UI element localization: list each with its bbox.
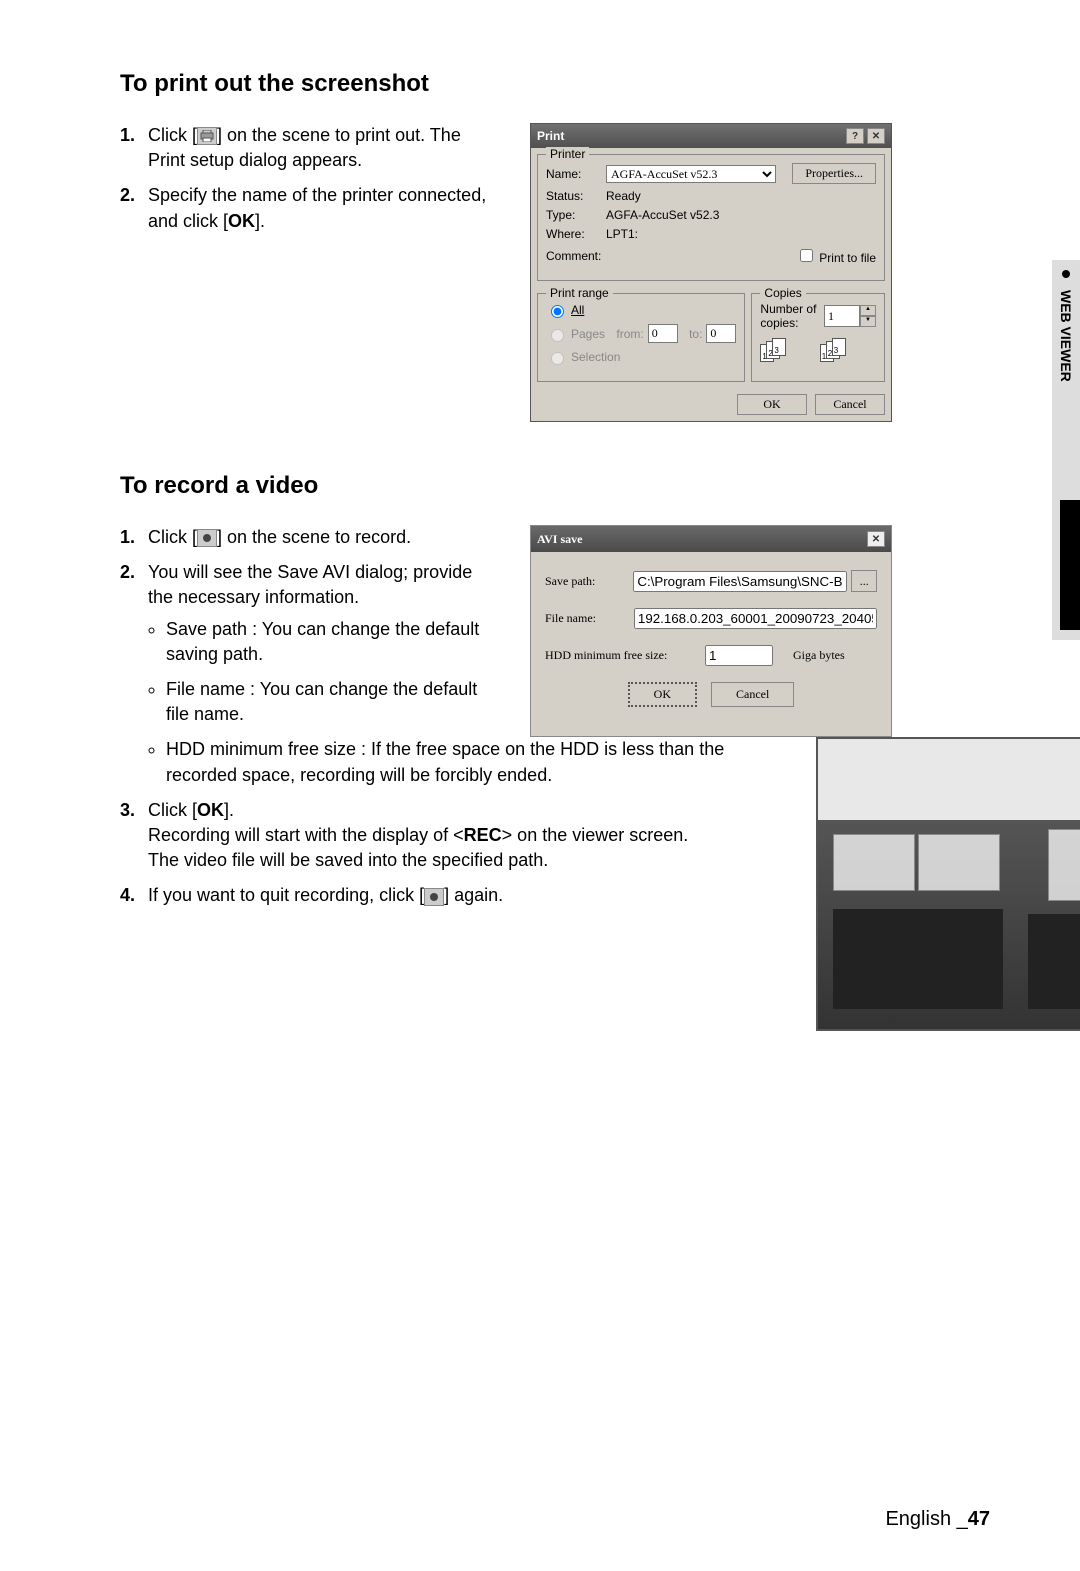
text: ] on the scene to record. (217, 527, 411, 547)
section1-steps: Click [] on the scene to print out. The … (120, 123, 500, 234)
video-still: REC (816, 737, 1080, 1031)
status-value: Ready (606, 189, 641, 203)
section2-heading: To record a video (120, 472, 990, 500)
print-ok-button[interactable]: OK (737, 394, 807, 415)
copies-label: Number of copies: (760, 302, 824, 330)
s2-step4: If you want to quit recording, click [ ] … (144, 883, 786, 908)
savepath-label: Save path: (545, 574, 633, 589)
bullet-filename: File name : You can change the default f… (166, 677, 500, 727)
range-selection-radio[interactable] (551, 352, 564, 365)
browse-button[interactable]: ... (851, 570, 877, 592)
to-label: to: (689, 327, 702, 341)
text: You will see the Save AVI dialog; provid… (148, 562, 472, 607)
copies-spinner[interactable]: ▲▼ (824, 305, 876, 327)
status-label: Status: (546, 189, 606, 203)
side-black-bar (1060, 500, 1080, 630)
avi-save-dialog: AVI save ✕ Save path: ... File name: HDD… (530, 525, 892, 737)
s1-step2: Specify the name of the printer connecte… (144, 183, 500, 233)
close-icon[interactable]: ✕ (867, 531, 885, 547)
avi-cancel-button[interactable]: Cancel (711, 682, 794, 707)
text: The video file will be saved into the sp… (148, 850, 548, 870)
text: Specify the name of the printer connecte… (148, 185, 486, 230)
record-icon (197, 529, 217, 547)
footer-lang: English _ (885, 1508, 967, 1530)
printer-icon (197, 127, 217, 145)
spin-down-icon[interactable]: ▼ (860, 316, 876, 327)
pages-label: Pages (571, 327, 605, 341)
side-tab-label: WEB VIEWER (1058, 290, 1074, 382)
print-dialog-title: Print ? ✕ (531, 124, 891, 148)
type-label: Type: (546, 208, 606, 222)
text: If you want to quit recording, click [ (148, 885, 424, 905)
filename-input[interactable] (634, 608, 877, 629)
title-text: AVI save (537, 532, 582, 547)
to-input[interactable] (706, 324, 736, 343)
text: ]. (255, 211, 265, 231)
close-icon[interactable]: ✕ (867, 128, 885, 144)
avi-ok-button[interactable]: OK (628, 682, 697, 707)
bullet-icon (1062, 270, 1070, 278)
bullet-hdd: HDD minimum free size : If the free spac… (166, 737, 786, 787)
text: Click [ (148, 800, 197, 820)
text: Click [ (148, 125, 197, 145)
filename-label: File name: (545, 611, 634, 626)
from-label: from: (616, 327, 643, 341)
all-label: All (571, 303, 584, 317)
text: Click [ (148, 527, 197, 547)
group-label: Printer (546, 147, 589, 161)
title-text: Print (537, 129, 564, 143)
ptf-text: Print to file (819, 251, 876, 265)
range-all-radio[interactable] (551, 305, 564, 318)
section2-steps: Click [ ] on the scene to record. You wil… (120, 525, 500, 727)
print-to-file-check[interactable]: Print to file (796, 246, 876, 265)
bullet-savepath: Save path : You can change the default s… (166, 617, 500, 667)
hdd-unit: Giga bytes (793, 648, 845, 663)
s1-step1: Click [] on the scene to print out. The … (144, 123, 500, 173)
help-icon[interactable]: ? (846, 128, 864, 144)
print-cancel-button[interactable]: Cancel (815, 394, 885, 415)
savepath-input[interactable] (633, 571, 847, 592)
comment-label: Comment: (546, 249, 606, 263)
name-label: Name: (546, 167, 606, 181)
text: ]. (224, 800, 234, 820)
s2-step3: Click [OK]. Recording will start with th… (144, 798, 786, 874)
sel-label: Selection (571, 350, 620, 364)
ok-text: OK (197, 800, 224, 820)
printer-name-select[interactable]: AGFA-AccuSet v52.3 (606, 165, 776, 183)
group-label: Print range (546, 286, 613, 300)
avi-title: AVI save ✕ (531, 526, 891, 552)
ok-text: OK (228, 211, 255, 231)
where-value: LPT1: (606, 227, 638, 241)
text: Recording will start with the display of… (148, 825, 464, 845)
s2-step2: You will see the Save AVI dialog; provid… (144, 560, 500, 727)
section1-heading: To print out the screenshot (120, 70, 990, 98)
text: > on the viewer screen. (502, 825, 689, 845)
footer-page: 47 (968, 1508, 990, 1530)
spin-up-icon[interactable]: ▲ (860, 305, 876, 316)
copies-group: Copies Number of copies: ▲▼ 123 (751, 293, 885, 382)
record-icon (424, 888, 444, 906)
hdd-input[interactable] (705, 645, 773, 666)
properties-button[interactable]: Properties... (792, 163, 876, 184)
text: ] again. (444, 885, 503, 905)
print-dialog: Print ? ✕ Printer Name: AGFA-AccuSet v52… (530, 123, 892, 422)
from-input[interactable] (648, 324, 678, 343)
copies-input[interactable] (824, 305, 860, 327)
group-label: Copies (760, 286, 805, 300)
type-value: AGFA-AccuSet v52.3 (606, 208, 719, 222)
printer-group: Printer Name: AGFA-AccuSet v52.3 Propert… (537, 154, 885, 281)
range-pages-radio[interactable] (551, 329, 564, 342)
collate-illustration: 123 123 (760, 338, 876, 367)
hdd-label: HDD minimum free size: (545, 648, 705, 663)
hdd-bullet-wrap: HDD minimum free size : If the free spac… (144, 737, 786, 787)
print-range-group: Print range All Pages from: to: Selectio… (537, 293, 745, 382)
s2-step1: Click [ ] on the scene to record. (144, 525, 500, 550)
where-label: Where: (546, 227, 606, 241)
rec-text: REC (464, 825, 502, 845)
page-footer: English _47 (885, 1508, 990, 1531)
